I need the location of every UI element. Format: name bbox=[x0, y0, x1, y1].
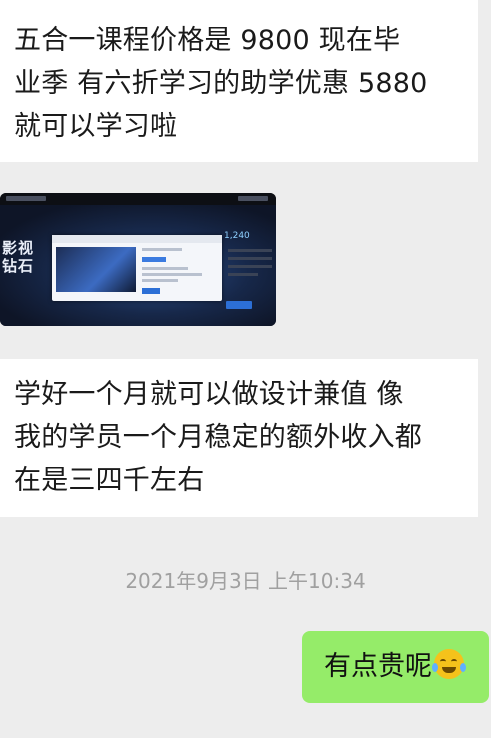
screenshot-cta-button bbox=[226, 301, 252, 309]
message-line: 学好一个月就可以做设计兼值 像 bbox=[14, 379, 404, 410]
reply-text: 有点贵呢 bbox=[324, 651, 432, 682]
message-line: 业季 有六折学习的助学优惠 5880 bbox=[14, 68, 428, 99]
incoming-message-price[interactable]: 五合一课程价格是 9800 现在毕 业季 有六折学习的助学优惠 5880 就可以… bbox=[0, 0, 478, 162]
message-line: 就可以学习啦 bbox=[14, 111, 178, 142]
screenshot-topbar bbox=[0, 193, 276, 205]
screenshot-dialog bbox=[52, 235, 222, 301]
message-line: 在是三四千左右 bbox=[14, 465, 205, 496]
laughing-crying-emoji-icon bbox=[432, 649, 466, 679]
message-line: 我的学员一个月稳定的额外收入都 bbox=[14, 422, 422, 453]
outgoing-message-reply[interactable]: 有点贵呢 bbox=[302, 631, 489, 703]
hero-line: 钻石 bbox=[2, 257, 35, 275]
screenshot-hero-text: 影视 钻石 bbox=[2, 239, 34, 275]
screenshot-dialog-thumbnail bbox=[56, 247, 136, 292]
hero-line: 影视 bbox=[2, 239, 35, 257]
screenshot-badge-number: 1,240 bbox=[224, 231, 250, 241]
image-message-course-screenshot[interactable]: 影视 钻石 1,240 bbox=[0, 193, 276, 326]
message-line: 五合一课程价格是 9800 现在毕 bbox=[14, 25, 401, 56]
incoming-message-income[interactable]: 学好一个月就可以做设计兼值 像 我的学员一个月稳定的额外收入都 在是三四千左右 bbox=[0, 359, 478, 517]
message-timestamp: 2021年9月3日 上午10:34 bbox=[125, 569, 366, 593]
